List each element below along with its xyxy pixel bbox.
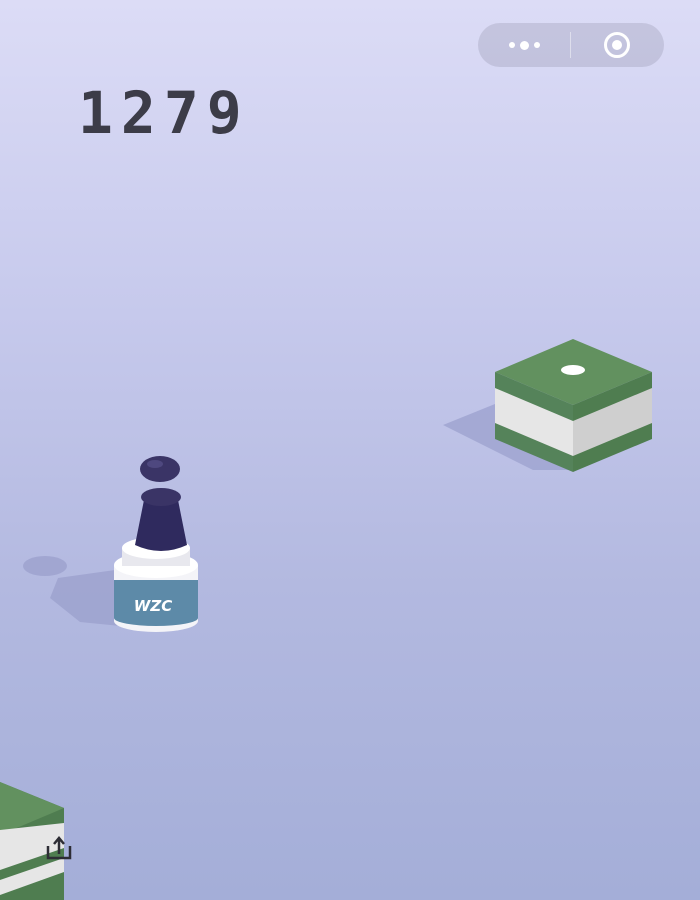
score-display: 1279 bbox=[78, 79, 250, 147]
target-circle-icon bbox=[604, 32, 630, 58]
more-menu-button[interactable] bbox=[478, 23, 570, 67]
close-mini-program-button[interactable] bbox=[571, 23, 663, 67]
mini-program-capsule bbox=[478, 23, 664, 67]
player-head bbox=[140, 456, 180, 482]
share-icon[interactable] bbox=[44, 834, 74, 862]
player-shadow bbox=[23, 556, 130, 627]
platform-label: WZC bbox=[134, 597, 172, 615]
platform-center-marker bbox=[561, 365, 585, 375]
more-dots-icon bbox=[508, 40, 540, 50]
player-piece bbox=[135, 456, 187, 551]
current-platform: WZC bbox=[114, 537, 198, 632]
